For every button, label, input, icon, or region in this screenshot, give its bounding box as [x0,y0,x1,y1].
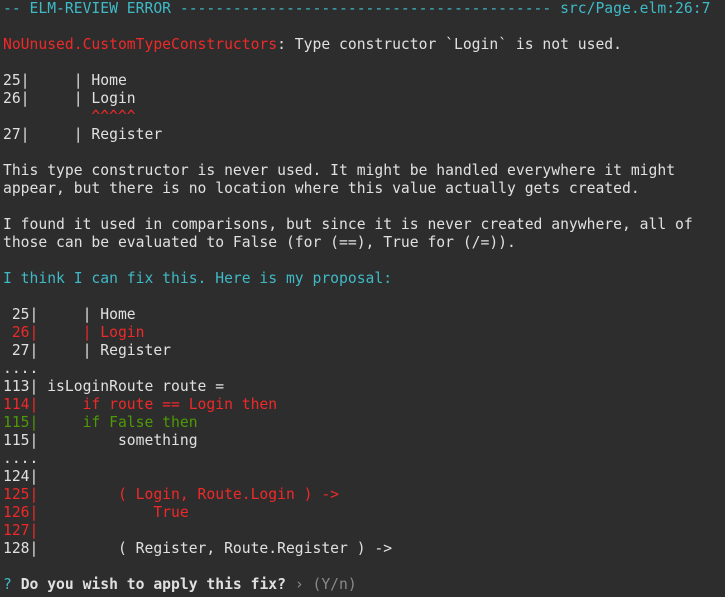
diff-line: 113| isLoginRoute route = [3,378,225,395]
diff-line: 25| | Home [3,306,136,323]
diff-line: 27| | Register [3,342,172,359]
explanation-text: those can be evaluated to False (for (==… [3,234,516,251]
explanation-text: I found it used in comparisons, but sinc… [3,216,693,233]
prompt-question: Do you wish to apply this fix? [20,576,286,593]
diff-line: 124| [3,468,39,485]
explanation-text: appear, but there is no location where t… [3,180,640,197]
prompt-choices[interactable]: (Y/n) [313,576,357,593]
error-caret: ^^^^^ [3,108,136,125]
snippet-line: 25| | Home [3,72,127,89]
diff-line-added: 115| if False then [3,414,198,431]
rule-name: NoUnused.CustomTypeConstructors [3,36,278,53]
diff-ellipsis: .... [3,360,39,377]
question-mark-icon: ? [3,576,12,593]
diff-ellipsis: .... [3,450,39,467]
proposal-intro: I think I can fix this. Here is my propo… [3,270,393,287]
error-header: -- ELM-REVIEW ERROR --------------------… [3,0,711,17]
snippet-line: 26| | Login [3,90,136,107]
snippet-line: 27| | Register [3,126,163,143]
error-title: NoUnused.CustomTypeConstructors: Type co… [3,36,725,54]
diff-line-removed: 125| ( Login, Route.Login ) -> [3,486,340,503]
diff-line: 115| something [3,432,198,449]
diff-line: 128| ( Register, Route.Register ) -> [3,540,393,557]
diff-line-removed: 127| [3,522,39,539]
diff-line-removed: 114| if route == Login then [3,396,278,413]
diff-line-removed: 126| True [3,504,189,521]
diff-line-removed: 26| | Login [3,324,145,341]
terminal-window: -- ELM-REVIEW ERROR --------------------… [0,0,725,597]
explanation-text: This type constructor is never used. It … [3,162,676,179]
error-message: : Type constructor `Login` is not used. [277,36,622,53]
confirm-prompt[interactable]: ? Do you wish to apply this fix? › (Y/n) [3,576,725,594]
chevron-right-icon: › [294,576,304,593]
